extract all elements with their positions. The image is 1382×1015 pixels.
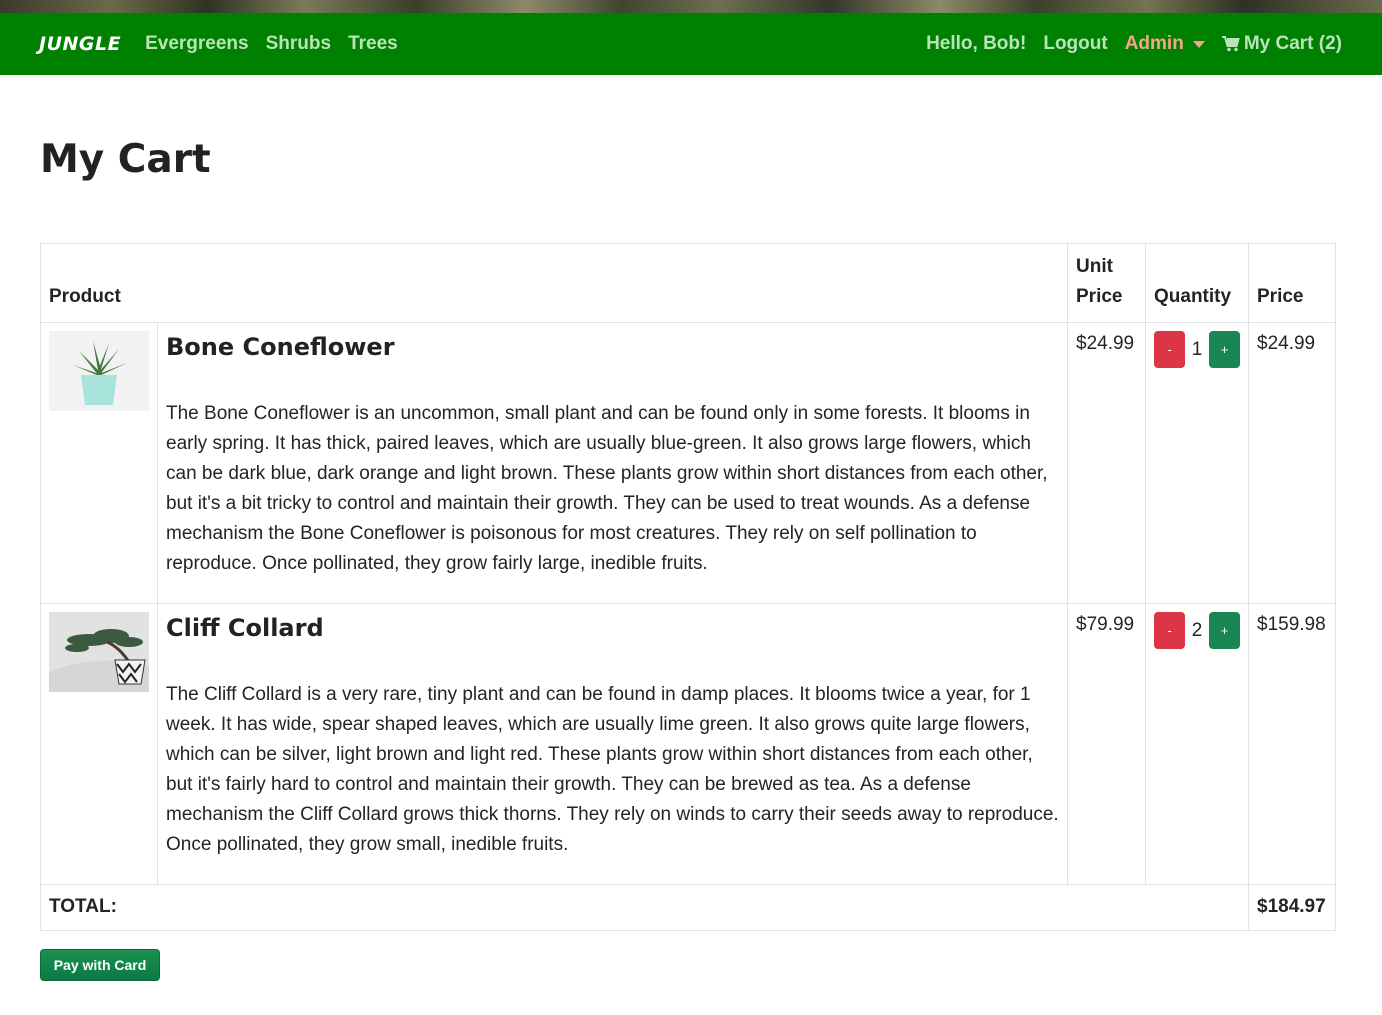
header-product: Product: [40, 243, 1068, 323]
nav-link-evergreens[interactable]: Evergreens: [145, 33, 249, 55]
quantity-stepper: - 1 +: [1154, 331, 1240, 368]
product-name: Cliff Collard: [166, 614, 324, 642]
product-description: The Bone Coneflower is an uncommon, smal…: [166, 403, 1048, 574]
quantity-value: 1: [1191, 338, 1203, 360]
header-quantity: Quantity: [1145, 243, 1249, 323]
header-price: Price: [1248, 243, 1336, 323]
brand-logo[interactable]: JUNGLE: [39, 33, 121, 55]
decrease-quantity-button[interactable]: -: [1154, 612, 1185, 649]
my-cart-link[interactable]: My Cart (2): [1221, 33, 1342, 55]
quantity-cell: - 2 +: [1145, 603, 1249, 885]
product-info-cell: Bone Coneflower The Bone Coneflower is a…: [157, 322, 1068, 604]
cart-table: Product Unit Price Quantity Price Bone C…: [40, 243, 1336, 931]
admin-dropdown[interactable]: Admin: [1125, 33, 1205, 55]
navbar: JUNGLE Evergreens Shrubs Trees Hello, Bo…: [0, 13, 1382, 75]
increase-quantity-button[interactable]: +: [1209, 612, 1240, 649]
header-unit-price: Unit Price: [1067, 243, 1146, 323]
unit-price: $79.99: [1067, 603, 1146, 885]
greeting-link[interactable]: Hello, Bob!: [926, 33, 1026, 55]
total-row: TOTAL: $184.97: [40, 884, 1336, 931]
my-cart-label: My Cart (2): [1243, 33, 1342, 54]
cart-icon: [1221, 36, 1240, 52]
product-image-bonsai: [49, 612, 149, 692]
table-row: Bone Coneflower The Bone Coneflower is a…: [40, 322, 1336, 604]
quantity-cell: - 1 +: [1145, 322, 1249, 604]
caret-down-icon: [1192, 40, 1205, 48]
page-title: My Cart: [40, 137, 211, 182]
product-image-succulent: [49, 331, 149, 411]
line-price: $159.98: [1248, 603, 1336, 885]
total-value: $184.97: [1248, 884, 1336, 931]
table-row: Cliff Collard The Cliff Collard is a ver…: [40, 603, 1336, 885]
product-image-cell: [40, 322, 158, 604]
header-banner-image: [0, 0, 1382, 13]
increase-quantity-button[interactable]: +: [1209, 331, 1240, 368]
product-name: Bone Coneflower: [166, 333, 395, 361]
line-price: $24.99: [1248, 322, 1336, 604]
product-description: The Cliff Collard is a very rare, tiny p…: [166, 684, 1059, 855]
quantity-stepper: - 2 +: [1154, 612, 1240, 649]
unit-price: $24.99: [1067, 322, 1146, 604]
pay-with-card-button[interactable]: Pay with Card: [40, 949, 160, 981]
nav-link-trees[interactable]: Trees: [348, 33, 398, 55]
nav-link-shrubs[interactable]: Shrubs: [266, 33, 331, 55]
table-header-row: Product Unit Price Quantity Price: [40, 243, 1336, 323]
nav-right: Hello, Bob! Logout Admin My Cart (2): [909, 33, 1342, 55]
quantity-value: 2: [1191, 619, 1203, 641]
product-info-cell: Cliff Collard The Cliff Collard is a ver…: [157, 603, 1068, 885]
logout-link[interactable]: Logout: [1043, 33, 1107, 55]
product-image-cell: [40, 603, 158, 885]
decrease-quantity-button[interactable]: -: [1154, 331, 1185, 368]
admin-label: Admin: [1124, 33, 1184, 54]
main-content: My Cart Product Unit Price Quantity Pric…: [0, 138, 1382, 981]
total-label: TOTAL:: [40, 884, 1249, 931]
